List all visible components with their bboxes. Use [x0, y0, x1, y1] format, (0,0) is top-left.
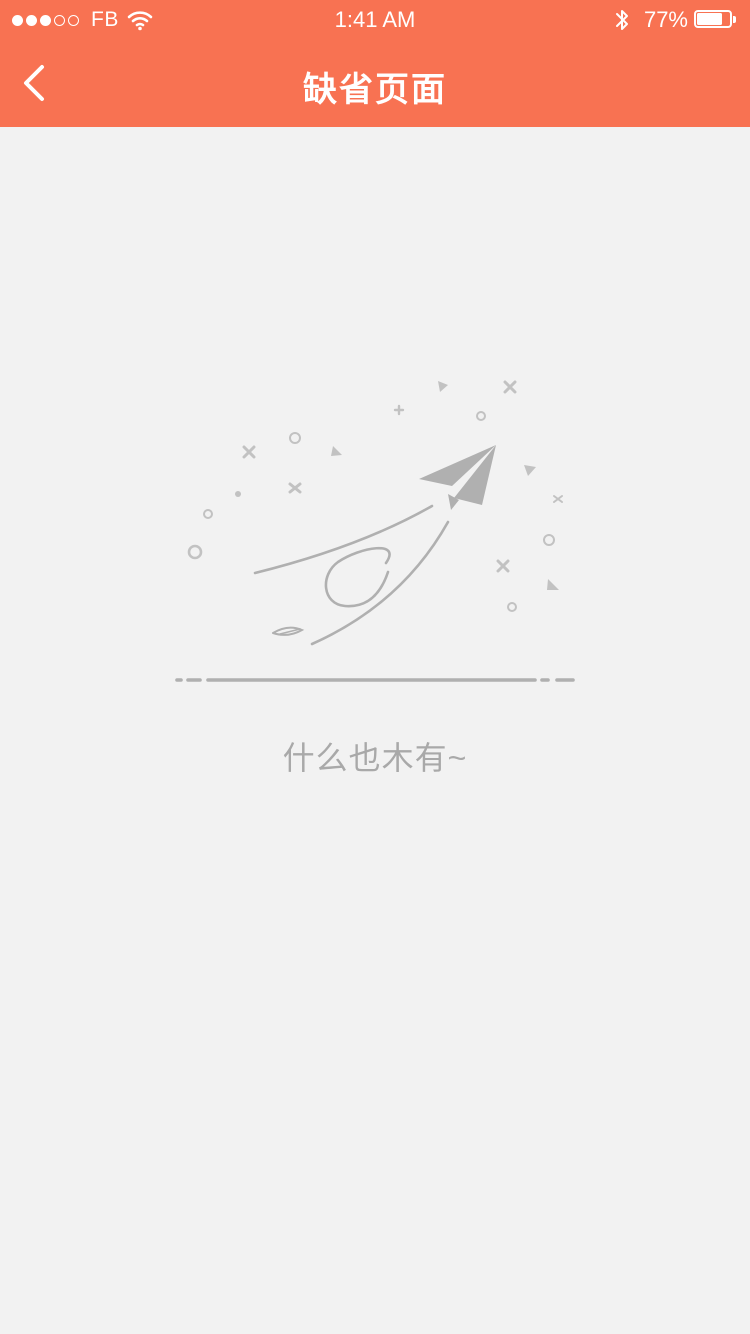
navigation-bar: 缺省页面: [0, 40, 750, 127]
leaf-doodle: [272, 626, 305, 636]
battery-level: [697, 13, 722, 25]
bluetooth-icon: [615, 10, 628, 30]
empty-state-message: 什么也木有~: [282, 740, 468, 776]
status-bar: FB 1:41 AM 77%: [0, 0, 750, 40]
page-title: 缺省页面: [303, 71, 447, 109]
flight-loop: [324, 546, 391, 608]
battery-percentage: 77%: [643, 7, 688, 32]
flight-trail: [253, 504, 434, 575]
status-right: 77%: [614, 6, 738, 34]
app-header: FB 1:41 AM 77% 缺省页面: [0, 0, 750, 127]
decorative-sparkles: [187, 380, 563, 612]
battery-icon: [694, 9, 738, 31]
paper-plane-icon: [419, 445, 496, 510]
paper-plane-illustration: [175, 380, 575, 682]
flight-trail: [310, 520, 450, 646]
decorative-sparkles: [235, 381, 559, 590]
